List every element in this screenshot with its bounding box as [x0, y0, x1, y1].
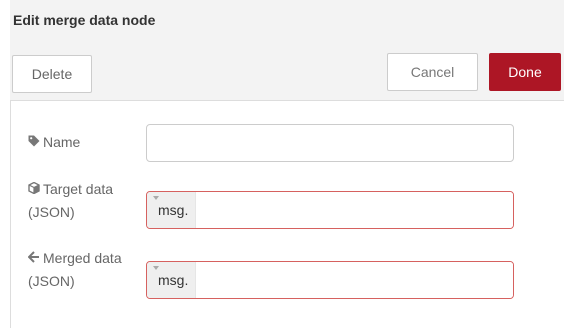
done-button[interactable]: Done: [489, 53, 561, 91]
target-data-label-line1: Target data: [43, 181, 114, 197]
merged-data-type-select[interactable]: msg.: [147, 262, 196, 298]
arrow-left-icon: [27, 248, 40, 270]
cube-icon: [28, 179, 40, 201]
merged-data-label-line1: Merged data: [43, 250, 122, 266]
tag-icon: [28, 132, 40, 154]
name-label: Name: [28, 131, 143, 154]
target-data-typed-input: msg.: [146, 191, 514, 229]
edit-node-tray: Edit merge data node Delete Cancel Done …: [0, 0, 564, 328]
target-data-type-select[interactable]: msg.: [147, 192, 196, 228]
merged-data-label-line2: (JSON): [28, 273, 75, 289]
caret-down-icon: [153, 196, 159, 200]
merged-data-label: Merged data (JSON): [27, 247, 143, 292]
delete-button[interactable]: Delete: [12, 55, 92, 93]
name-input[interactable]: [146, 124, 514, 162]
tray-toolbar: Delete Cancel Done: [10, 40, 564, 101]
caret-down-icon: [153, 266, 159, 270]
target-data-type-prefix: msg.: [158, 202, 189, 218]
tray-title: Edit merge data node: [10, 0, 564, 40]
target-data-input[interactable]: [196, 192, 513, 228]
merged-data-type-prefix: msg.: [158, 272, 189, 288]
cancel-button[interactable]: Cancel: [387, 53, 478, 91]
name-label-text: Name: [43, 134, 81, 150]
target-data-label: Target data (JSON): [28, 178, 143, 223]
merged-data-input[interactable]: [196, 262, 513, 298]
target-data-label-line2: (JSON): [28, 204, 75, 220]
merged-data-typed-input: msg.: [146, 261, 514, 299]
